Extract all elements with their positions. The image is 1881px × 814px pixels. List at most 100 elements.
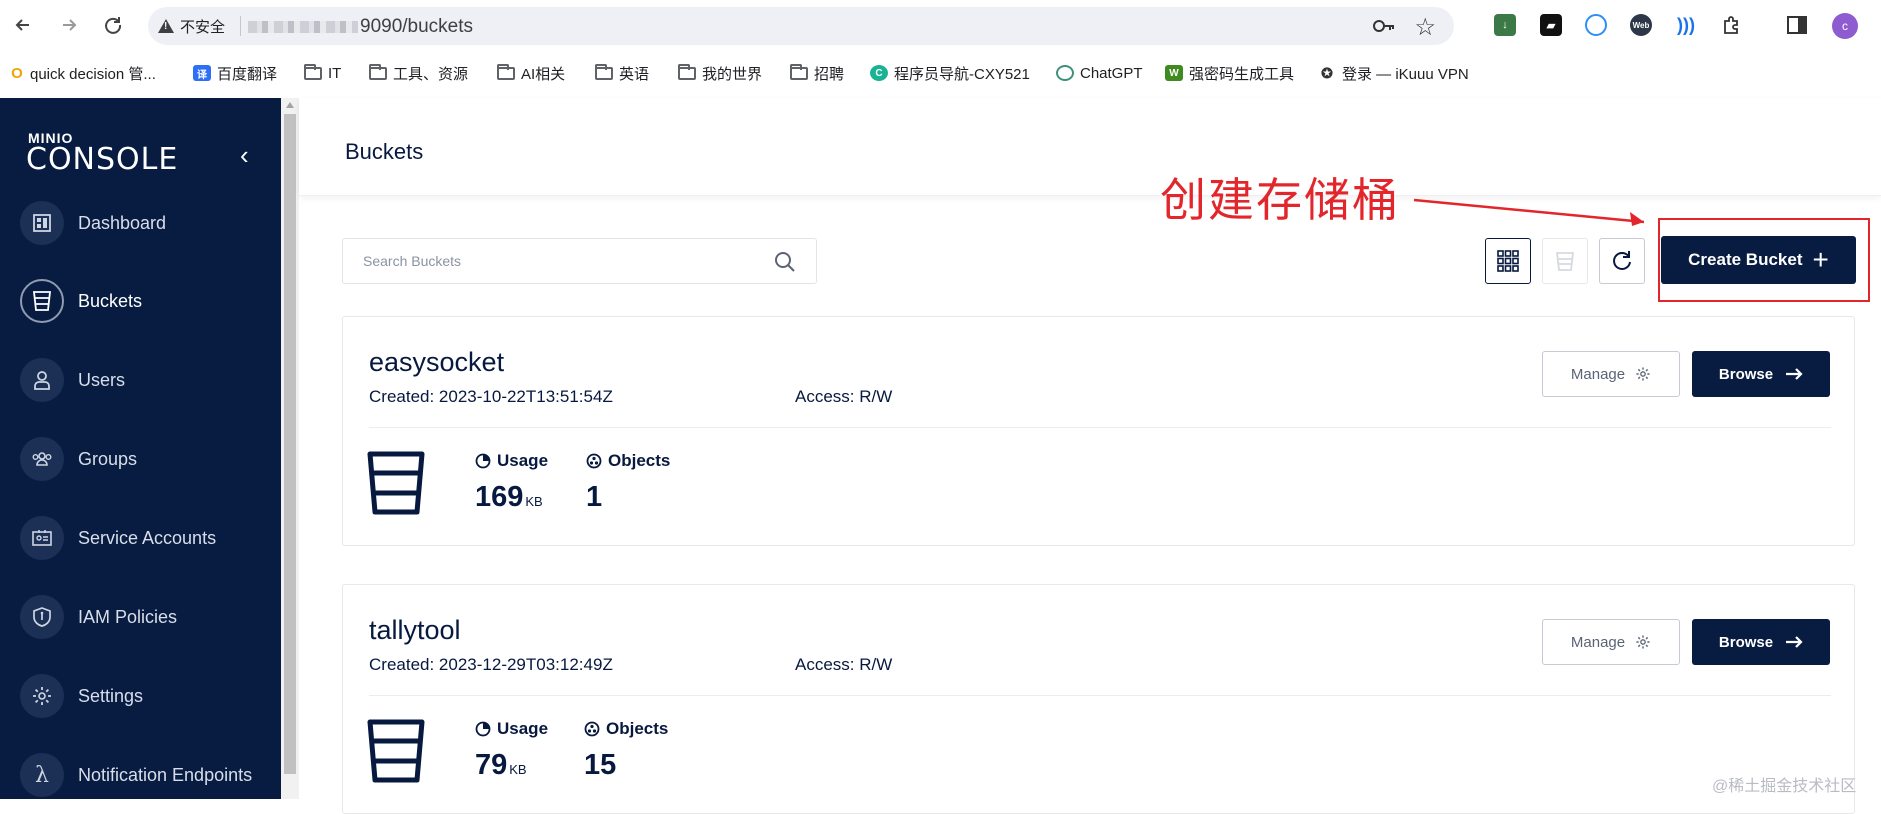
bookmark-item[interactable]: C 程序员导航-CXY521 (870, 62, 1030, 84)
bucket-created: Created: 2023-12-29T03:12:49Z (369, 655, 613, 674)
grid-view-button[interactable] (1485, 238, 1531, 284)
browser-toolbar: 不安全 9090/buckets ☆ ↓ ▰ Web ))) c (0, 0, 1881, 52)
extension-wave-icon[interactable]: ))) (1675, 14, 1697, 36)
address-bar[interactable]: 不安全 9090/buckets ☆ (148, 7, 1454, 45)
url-text[interactable]: 9090/buckets (360, 16, 473, 38)
watermark: @稀土掘金技术社区 (1712, 778, 1857, 795)
bucket-icon (367, 451, 425, 515)
bulk-delete-button[interactable] (1542, 238, 1588, 284)
gear-icon (20, 674, 64, 718)
collapse-sidebar-icon[interactable]: ‹ (240, 140, 249, 171)
bookmark-label: quick decision 管... (30, 65, 156, 83)
bookmark-label: 工具、资源 (393, 65, 469, 83)
objects-value: 15 (584, 749, 617, 781)
back-icon[interactable] (10, 12, 36, 38)
sidebar-item-label: Groups (78, 448, 138, 469)
warning-icon (158, 19, 174, 33)
folder-icon (304, 63, 322, 80)
sidebar-item-iam-policies[interactable]: IAM Policies (0, 587, 281, 647)
gear-icon (1636, 635, 1650, 649)
bucket-stack-icon (1555, 252, 1575, 271)
bucket-name[interactable]: tallytool (369, 615, 461, 646)
profile-avatar[interactable]: c (1832, 13, 1858, 39)
redacted-host (248, 21, 358, 33)
browse-button[interactable]: Browse (1692, 619, 1830, 665)
bucket-icon (367, 719, 425, 783)
sidebar-item-label: Dashboard (78, 212, 167, 233)
bookmark-label: 英语 (619, 65, 650, 83)
sidebar-item-settings[interactable]: Settings (0, 666, 281, 726)
sidebar-item-label: Notification Endpoints (78, 764, 253, 785)
bucket-access: Access: R/W (795, 655, 893, 674)
create-bucket-button[interactable]: Create Bucket + (1661, 236, 1856, 284)
extension-mask-icon[interactable]: ▰ (1540, 14, 1562, 36)
bucket-created: Created: 2023-10-22T13:51:54Z (369, 387, 613, 406)
scroll-up-icon[interactable] (286, 102, 294, 108)
annotation-arrow (1413, 198, 1645, 226)
security-label: 不安全 (180, 18, 226, 36)
divider (369, 427, 1831, 428)
grid-icon (1497, 250, 1519, 272)
bookmark-star-icon[interactable]: ☆ (1414, 13, 1436, 42)
bookmark-item[interactable]: ChatGPT (1056, 62, 1143, 84)
bookmark-label: 百度翻译 (217, 65, 278, 83)
bookmark-folder[interactable]: 英语 (595, 62, 649, 84)
dashboard-icon (20, 201, 64, 245)
baidu-translate-icon: 译 (193, 65, 211, 81)
password-key-icon[interactable] (1372, 18, 1396, 39)
usage-value: 169 (475, 481, 524, 513)
bookmark-label: AI相关 (521, 65, 566, 83)
objects-stat: Objects 15 (584, 719, 668, 782)
bookmark-item[interactable]: O quick decision 管... (10, 62, 156, 84)
forward-icon[interactable] (56, 12, 82, 38)
bookmark-label: 我的世界 (702, 65, 763, 83)
usage-value: 79 (475, 749, 508, 781)
extension-ring-icon[interactable] (1585, 14, 1607, 36)
reload-icon[interactable] (100, 12, 126, 38)
objects-stat: Objects 1 (586, 451, 670, 514)
manage-button[interactable]: Manage (1542, 619, 1680, 665)
bookmark-folder[interactable]: IT (304, 62, 341, 84)
page-header (299, 98, 1881, 196)
search-icon[interactable] (774, 251, 796, 273)
folder-icon (369, 63, 387, 80)
refresh-button[interactable] (1599, 238, 1645, 284)
extensions-puzzle-icon[interactable] (1720, 14, 1742, 36)
scrollbar[interactable] (281, 98, 299, 799)
search-buckets-input[interactable]: Search Buckets (342, 238, 817, 284)
bucket-name[interactable]: easysocket (369, 347, 504, 378)
bookmark-folder[interactable]: 招聘 (790, 62, 844, 84)
sidebar-item-dashboard[interactable]: Dashboard (0, 193, 281, 253)
sidebar-item-buckets[interactable]: Buckets (0, 271, 281, 331)
bucket-card[interactable]: tallytool Created: 2023-12-29T03:12:49Z … (342, 584, 1855, 814)
bookmark-folder[interactable]: 我的世界 (678, 62, 762, 84)
folder-icon (678, 63, 696, 80)
browse-button[interactable]: Browse (1692, 351, 1830, 397)
sidebar-item-label: Buckets (78, 290, 143, 311)
usage-label: Usage (497, 451, 549, 470)
security-indicator[interactable]: 不安全 (158, 16, 225, 36)
sidebar-item-service-accounts[interactable]: Service Accounts (0, 508, 281, 568)
sidebar-item-users[interactable]: Users (0, 350, 281, 410)
sidebar-item-label: IAM Policies (78, 606, 178, 627)
extension-web-icon[interactable]: Web (1630, 14, 1652, 36)
download-extension-icon[interactable]: ↓ (1494, 14, 1516, 36)
arrow-right-icon (1786, 636, 1803, 648)
bookmark-item[interactable]: W 强密码生成工具 (1165, 62, 1294, 84)
sidebar-item-groups[interactable]: Groups (0, 429, 281, 489)
folder-icon (595, 63, 613, 80)
logo-console: CONSOLE (26, 142, 179, 177)
sidebar-item-notification-endpoints[interactable]: λ Notification Endpoints (0, 745, 281, 805)
side-panel-icon[interactable] (1786, 14, 1808, 36)
scrollbar-thumb[interactable] (284, 114, 296, 774)
manage-button[interactable]: Manage (1542, 351, 1680, 397)
bucket-card[interactable]: easysocket Created: 2023-10-22T13:51:54Z… (342, 316, 1855, 546)
annotation-label: 创建存储桶 (1160, 173, 1400, 227)
shield-icon (20, 595, 64, 639)
bookmark-folder[interactable]: 工具、资源 (369, 62, 468, 84)
bookmark-item[interactable]: ✪ 登录 — iKuuu VPN (1318, 62, 1469, 84)
create-bucket-label: Create Bucket (1688, 250, 1803, 269)
bookmark-item[interactable]: 译 百度翻译 (193, 62, 277, 84)
sidebar-item-label: Settings (78, 685, 144, 706)
bookmark-folder[interactable]: AI相关 (497, 62, 565, 84)
